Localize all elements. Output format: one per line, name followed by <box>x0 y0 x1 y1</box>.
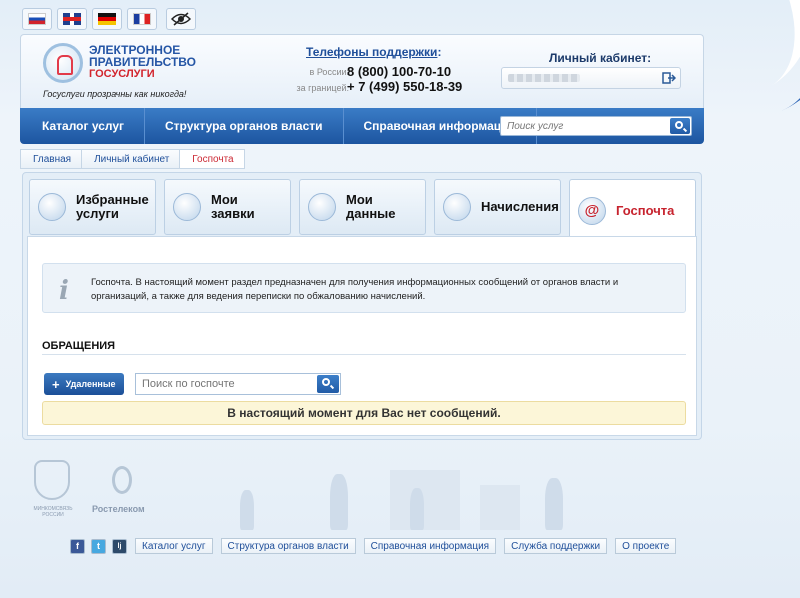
search-icon <box>675 121 683 129</box>
tab-favorites[interactable]: Избранные услуги <box>29 179 156 235</box>
phone-abroad-label: за границей: <box>296 83 349 93</box>
section-title: ОБРАЩЕНИЯ <box>42 340 116 352</box>
breadcrumb-current: Госпочта <box>179 149 245 169</box>
tab-personal-data-label: Мои данные <box>346 193 396 221</box>
logo-line3: ГОСУСЛУГИ <box>89 68 155 80</box>
tab-favorites-line1: Избранные <box>76 192 149 207</box>
phone-ru: 8 (800) 100-70-10 <box>347 64 452 79</box>
nav-authorities[interactable]: Структура органов власти <box>145 108 344 144</box>
info-box: i Госпочта. В настоящий момент раздел пр… <box>42 263 686 313</box>
tab-gospochta-label: Госпочта <box>616 202 675 218</box>
tab-personal-data[interactable]: Мои данные <box>299 179 426 235</box>
footer-link-catalog[interactable]: Каталог услуг <box>135 538 213 554</box>
livejournal-icon[interactable]: lj <box>112 538 127 554</box>
support-phones-colon: : <box>437 45 442 59</box>
tab-applications-line1: Мои <box>211 192 238 207</box>
low-vision-icon <box>171 12 191 26</box>
footer-links: f t lj Каталог услуг Структура органов в… <box>70 538 677 554</box>
facebook-icon[interactable]: f <box>70 538 85 554</box>
footer-link-authorities[interactable]: Структура органов власти <box>220 538 356 554</box>
cabinet-user-field[interactable] <box>501 67 681 89</box>
site-header: ЭЛЕКТРОННОЕ ПРАВИТЕЛЬСТВО ГОСУСЛУГИ Госу… <box>20 34 704 108</box>
cabinet-title: Личный кабинет: <box>549 51 652 65</box>
flag-ru-icon <box>28 13 46 25</box>
logout-icon[interactable] <box>662 71 676 85</box>
lang-de-button[interactable] <box>92 8 122 30</box>
tab-favorites-line2: услуги <box>76 206 119 221</box>
tab-gospochta[interactable]: @ Госпочта <box>569 179 696 241</box>
lang-fr-button[interactable] <box>127 8 157 30</box>
accessibility-button[interactable] <box>166 8 196 30</box>
gospochta-search-input[interactable] <box>136 374 316 394</box>
info-text: Госпочта. В настоящий момент раздел пред… <box>91 277 619 302</box>
phone-abroad: + 7 (499) 550-18-39 <box>347 79 463 94</box>
service-search-input[interactable] <box>501 117 669 135</box>
site-logo-text[interactable]: ЭЛЕКТРОННОЕ ПРАВИТЕЛЬСТВО ГОСУСЛУГИ <box>89 44 196 80</box>
support-phones-link[interactable]: Телефоны поддержки: <box>306 45 441 59</box>
footer-link-support[interactable]: Служба поддержки <box>504 538 608 554</box>
phone-ru-label: в России: <box>309 67 349 77</box>
logo-line2: ПРАВИТЕЛЬСТВО <box>89 55 197 69</box>
gospochta-search-button[interactable] <box>317 375 339 393</box>
tab-applications-label: Мои заявки <box>211 193 255 221</box>
lang-ru-button[interactable] <box>22 8 52 30</box>
lang-en-button[interactable] <box>57 8 87 30</box>
person-silhouette <box>240 490 254 530</box>
tab-applications[interactable]: Мои заявки <box>164 179 291 235</box>
ministry-label: МИНКОМСВЯЗЬ РОССИИ <box>33 506 73 518</box>
plus-icon: + <box>52 376 60 392</box>
tab-favorites-label: Избранные услуги <box>76 193 149 221</box>
language-bar <box>22 8 196 30</box>
empty-notice: В настоящий момент для Вас нет сообщений… <box>42 401 686 425</box>
gospochta-search <box>135 373 341 395</box>
deleted-button[interactable]: + Удаленные <box>44 373 124 395</box>
building-shape <box>480 485 520 530</box>
rostelecom-logo-icon[interactable] <box>112 466 132 494</box>
breadcrumb: Главная Личный кабинет Госпочта <box>20 149 245 169</box>
cabinet-tabs: Избранные услуги Мои заявки Мои данные Начи… <box>29 179 696 241</box>
tab-personal-data-line1: Мои <box>346 192 373 207</box>
service-search-button[interactable] <box>670 118 690 134</box>
person-silhouette <box>330 474 348 530</box>
deleted-button-label: Удаленные <box>65 379 116 389</box>
at-mail-icon: @ <box>578 196 606 225</box>
flag-de-icon <box>98 13 116 25</box>
applications-icon <box>173 193 201 221</box>
nav-catalog[interactable]: Каталог услуг <box>20 108 146 144</box>
footer-illustration <box>160 440 610 530</box>
personal-data-icon <box>308 193 336 221</box>
tab-charges[interactable]: Начисления <box>434 179 561 235</box>
section-divider <box>42 354 686 355</box>
slogan: Госуслуги прозрачны как никогда! <box>43 89 187 99</box>
main-nav: Каталог услуг Структура органов власти С… <box>20 108 704 144</box>
tab-personal-data-line2: данные <box>346 206 396 221</box>
footer-link-about[interactable]: О проекте <box>615 538 677 554</box>
flag-uk-icon <box>63 13 81 25</box>
person-silhouette <box>410 488 424 530</box>
building-shape <box>390 470 460 530</box>
person-silhouette <box>545 478 563 530</box>
charges-icon <box>443 193 471 221</box>
search-icon <box>322 378 330 386</box>
gosuslugi-logo-icon[interactable] <box>43 43 83 83</box>
breadcrumb-home[interactable]: Главная <box>20 149 83 169</box>
russia-emblem-icon[interactable] <box>34 460 70 500</box>
favorites-icon <box>38 193 66 221</box>
tab-charges-label: Начисления <box>481 199 559 214</box>
info-icon: i <box>59 276 69 306</box>
tab-applications-line2: заявки <box>211 206 255 221</box>
flag-fr-icon <box>133 13 151 25</box>
gospochta-content: i Госпочта. В настоящий момент раздел пр… <box>27 236 697 436</box>
cabinet-panel: Избранные услуги Мои заявки Мои данные Начи… <box>22 172 702 440</box>
service-search <box>500 116 692 136</box>
twitter-icon[interactable]: t <box>91 538 106 554</box>
rostelecom-label: Ростелеком <box>92 504 145 514</box>
footer-link-reference[interactable]: Справочная информация <box>363 538 497 554</box>
redacted-username <box>508 74 580 82</box>
breadcrumb-cabinet[interactable]: Личный кабинет <box>81 149 181 169</box>
support-phones-label: Телефоны поддержки <box>306 45 438 59</box>
